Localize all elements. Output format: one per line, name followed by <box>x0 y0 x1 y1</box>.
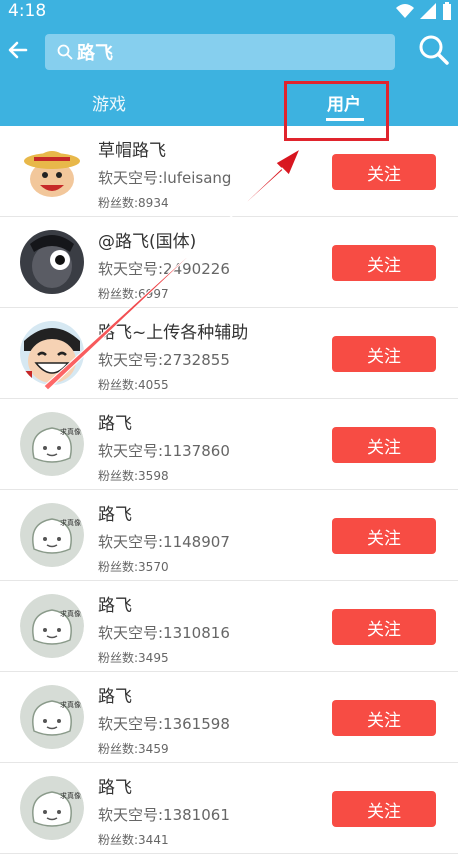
fan-count: 粉丝数:8934 <box>98 196 169 210</box>
follow-button[interactable]: 关注 <box>332 427 436 463</box>
status-time: 4:18 <box>8 1 47 21</box>
fan-count: 粉丝数:3598 <box>98 469 169 483</box>
avatar[interactable] <box>20 321 84 385</box>
avatar[interactable]: 求真像 <box>20 594 84 658</box>
follow-button[interactable]: 关注 <box>332 700 436 736</box>
user-id: 软天空号:2490226 <box>98 260 230 278</box>
search-button-icon[interactable] <box>418 34 450 66</box>
user-name: 路飞~上传各种辅助 <box>98 323 249 343</box>
status-bar: 4:18 <box>0 0 458 24</box>
user-id: 软天空号:1381061 <box>98 806 230 824</box>
user-row[interactable]: 求真像 路飞软天空号:1310816 粉丝数:3495 关注 <box>0 581 458 672</box>
user-id: 软天空号:1137860 <box>98 442 230 460</box>
user-name: 路飞 <box>98 687 132 707</box>
user-id: 软天空号:1310816 <box>98 624 230 642</box>
follow-button[interactable]: 关注 <box>332 518 436 554</box>
user-id: 软天空号:1361598 <box>98 715 230 733</box>
user-name: @路飞(国体) <box>98 232 197 252</box>
fan-count: 粉丝数:3441 <box>98 833 169 847</box>
user-row[interactable]: 求真像 路飞软天空号:1381061 粉丝数:3441 关注 <box>0 763 458 854</box>
follow-button[interactable]: 关注 <box>332 791 436 827</box>
user-id: 软天空号:1148907 <box>98 533 230 551</box>
tab-game[interactable]: 游戏 <box>92 90 126 115</box>
user-row[interactable]: @路飞(国体) 软天空号:2490226 粉丝数:6997 关注 <box>0 217 458 308</box>
user-name: 路飞 <box>98 596 132 616</box>
user-row[interactable]: 求真像 路飞软天空号:1137860 粉丝数:3598 关注 <box>0 399 458 490</box>
svg-text:求真像: 求真像 <box>60 791 81 800</box>
svg-text:求真像: 求真像 <box>60 609 81 618</box>
avatar[interactable] <box>20 139 84 203</box>
user-name: 路飞 <box>98 505 132 525</box>
user-id: 软天空号:lufeisang <box>98 169 232 187</box>
svg-text:求真像: 求真像 <box>60 427 81 436</box>
tab-bar: 游戏 用户 <box>0 80 458 126</box>
avatar[interactable]: 求真像 <box>20 412 84 476</box>
fan-count: 粉丝数:4055 <box>98 378 169 392</box>
svg-text:求真像: 求真像 <box>60 518 81 527</box>
back-arrow-icon[interactable] <box>6 38 30 62</box>
user-row[interactable]: 求真像 路飞软天空号:1361598 粉丝数:3459 关注 <box>0 672 458 763</box>
avatar[interactable] <box>20 230 84 294</box>
avatar[interactable]: 求真像 <box>20 776 84 840</box>
follow-button[interactable]: 关注 <box>332 245 436 281</box>
user-row[interactable]: 草帽路飞软天空号:lufeisang 粉丝数:8934 关注 <box>0 126 458 217</box>
follow-button[interactable]: 关注 <box>332 609 436 645</box>
user-name: 路飞 <box>98 778 132 798</box>
battery-icon <box>443 2 451 20</box>
follow-button[interactable]: 关注 <box>332 336 436 372</box>
svg-text:求真像: 求真像 <box>60 700 81 709</box>
search-icon <box>57 44 73 60</box>
avatar[interactable]: 求真像 <box>20 503 84 567</box>
wifi-icon <box>396 4 414 18</box>
fan-count: 粉丝数:3459 <box>98 742 169 756</box>
signal-icon <box>420 3 436 19</box>
follow-button[interactable]: 关注 <box>332 154 436 190</box>
fan-count: 粉丝数:3570 <box>98 560 169 574</box>
user-id: 软天空号:2732855 <box>98 351 230 369</box>
app-bar: 路飞 <box>0 24 458 80</box>
fan-count: 粉丝数:6997 <box>98 287 169 301</box>
fan-count: 粉丝数:3495 <box>98 651 169 665</box>
user-row[interactable]: 求真像 路飞软天空号:1148907 粉丝数:3570 关注 <box>0 490 458 581</box>
user-list: 草帽路飞软天空号:lufeisang 粉丝数:8934 关注 @路飞(国体) 软天空号:… <box>0 126 458 854</box>
search-query: 路飞 <box>77 43 113 64</box>
user-name: 路飞 <box>98 414 132 434</box>
user-row[interactable]: 路飞~上传各种辅助 软天空号:2732855 粉丝数:4055 关注 <box>0 308 458 399</box>
user-name: 草帽路飞 <box>98 141 166 161</box>
avatar[interactable]: 求真像 <box>20 685 84 749</box>
search-input[interactable]: 路飞 <box>45 34 395 70</box>
status-icons <box>396 2 452 20</box>
